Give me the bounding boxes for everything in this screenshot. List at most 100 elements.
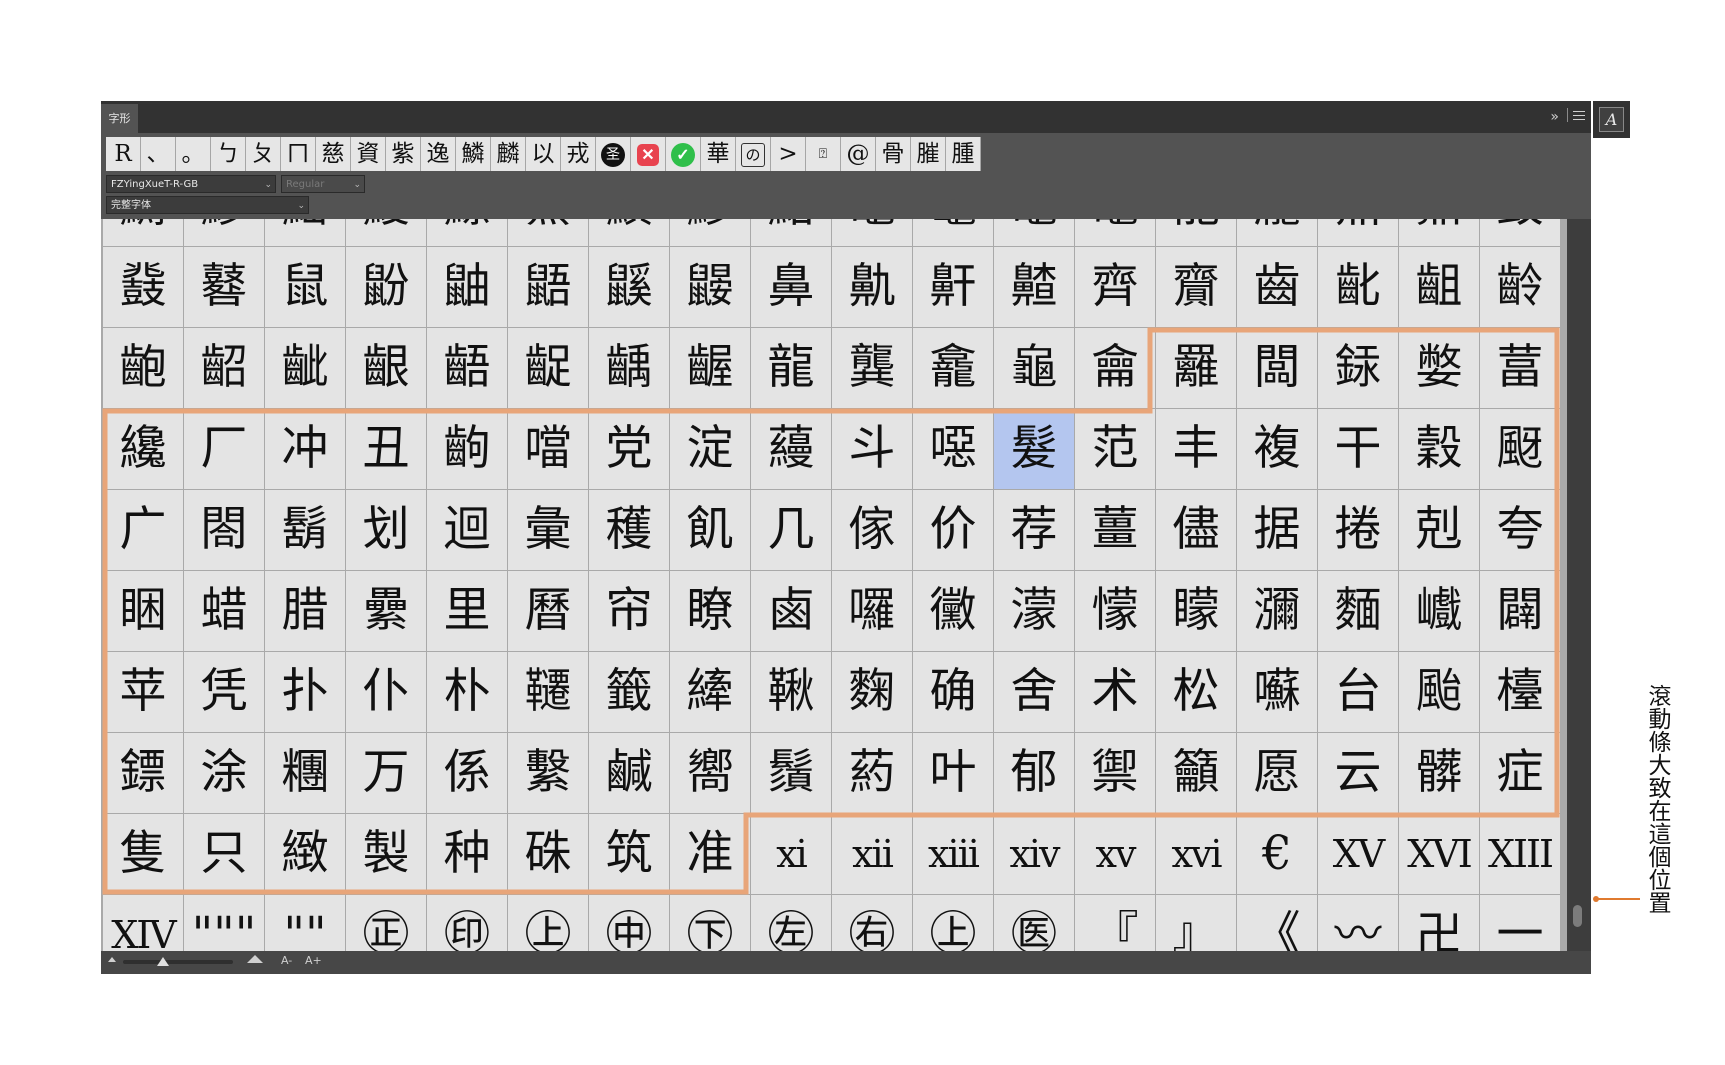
- recent-glyph[interactable]: ✕: [631, 137, 666, 171]
- glyph-cell[interactable]: 懞: [1075, 571, 1155, 651]
- glyph-cell[interactable]: 齒: [1237, 247, 1317, 327]
- glyph-cell[interactable]: 筑: [589, 814, 669, 894]
- recent-glyph[interactable]: 骨: [876, 137, 911, 171]
- glyph-cell[interactable]: 縴: [670, 652, 750, 732]
- glyph-cell[interactable]: 扑: [265, 652, 345, 732]
- glyph-cell[interactable]: 齪: [508, 328, 588, 408]
- glyph-cell[interactable]: 鹵: [751, 571, 831, 651]
- glyph-cell[interactable]: 齄: [994, 247, 1074, 327]
- glyph-cell[interactable]: 鼊: [913, 219, 993, 246]
- glyph-cell[interactable]: 黴: [913, 571, 993, 651]
- glyph-cell[interactable]: 凭: [184, 652, 264, 732]
- glyph-cell[interactable]: 齦: [346, 328, 426, 408]
- glyph-cell[interactable]: xvi: [1156, 814, 1236, 894]
- glyph-cell[interactable]: 鼛: [184, 247, 264, 327]
- glyph-cell[interactable]: 鼾: [913, 247, 993, 327]
- glyph-cell[interactable]: 几: [751, 490, 831, 570]
- glyph-cell[interactable]: 鹹: [589, 733, 669, 813]
- scrollbar-thumb[interactable]: [1573, 905, 1582, 927]
- recent-glyph[interactable]: 戎: [561, 137, 596, 171]
- glyph-cell[interactable]: 囌: [1237, 652, 1317, 732]
- glyph-cell[interactable]: 丰: [1156, 409, 1236, 489]
- glyph-cell[interactable]: 症: [1480, 733, 1560, 813]
- panel-menu-icon[interactable]: [1573, 108, 1585, 122]
- glyph-cell[interactable]: 鏢: [103, 733, 183, 813]
- glyph-cell[interactable]: 舍: [994, 652, 1074, 732]
- glyph-cell[interactable]: "": [265, 895, 345, 951]
- glyph-cell[interactable]: 銾: [1318, 328, 1398, 408]
- recent-glyph[interactable]: 逸: [421, 137, 456, 171]
- glyph-cell[interactable]: 愿: [1237, 733, 1317, 813]
- glyph-cell[interactable]: 厂: [184, 409, 264, 489]
- glyph-cell[interactable]: 淀: [670, 409, 750, 489]
- glyph-cell[interactable]: XIII: [1480, 814, 1560, 894]
- glyph-cell[interactable]: 鼢: [346, 247, 426, 327]
- glyph-cell[interactable]: 龍: [1156, 219, 1236, 246]
- glyph-cell[interactable]: 鰺: [184, 219, 264, 246]
- glyph-cell[interactable]: 齎: [1156, 247, 1236, 327]
- zoom-slider-thumb[interactable]: [157, 957, 169, 966]
- glyph-cell[interactable]: 巇: [1399, 571, 1479, 651]
- glyph-cell[interactable]: 複: [1237, 409, 1317, 489]
- glyph-cell[interactable]: 纔: [103, 409, 183, 489]
- glyph-cell[interactable]: 彙: [508, 490, 588, 570]
- glyph-cell[interactable]: 颱: [1399, 652, 1479, 732]
- glyph-cell[interactable]: 齣: [427, 409, 507, 489]
- glyph-cell[interactable]: 飢: [670, 490, 750, 570]
- recent-glyph[interactable]: 。: [176, 137, 211, 171]
- glyph-cell[interactable]: 鼗: [103, 247, 183, 327]
- glyph-cell[interactable]: 緻: [265, 814, 345, 894]
- glyph-cell[interactable]: xiv: [994, 814, 1074, 894]
- glyph-cell[interactable]: ㊥: [589, 895, 669, 951]
- glyph-cell[interactable]: 帘: [589, 571, 669, 651]
- glyph-cell[interactable]: ㊤: [508, 895, 588, 951]
- glyph-cell[interactable]: XVI: [1399, 814, 1479, 894]
- glyph-cell[interactable]: 繫: [508, 733, 588, 813]
- glyph-cell[interactable]: 捲: [1318, 490, 1398, 570]
- recent-glyph[interactable]: 麟: [491, 137, 526, 171]
- glyph-cell[interactable]: 齠: [184, 328, 264, 408]
- zoom-in-mountain-icon[interactable]: [247, 955, 263, 963]
- glyph-cell[interactable]: 鰂: [103, 219, 183, 246]
- glyph-cell[interactable]: ㊧: [751, 895, 831, 951]
- glyph-cell[interactable]: 确: [913, 652, 993, 732]
- glyph-cell[interactable]: 斗: [832, 409, 912, 489]
- glyph-cell[interactable]: 齔: [1318, 247, 1398, 327]
- glyph-cell[interactable]: xi: [751, 814, 831, 894]
- glyph-cell[interactable]: 齬: [427, 328, 507, 408]
- glyph-cell[interactable]: 齟: [1399, 247, 1479, 327]
- glyph-cell[interactable]: 只: [184, 814, 264, 894]
- recent-glyph[interactable]: 華: [701, 137, 736, 171]
- glyph-cell[interactable]: 『: [1075, 895, 1155, 951]
- recent-glyph[interactable]: 圣: [596, 137, 631, 171]
- collapse-panel-icon[interactable]: »: [1550, 108, 1559, 126]
- glyph-cell[interactable]: ㊨: [832, 895, 912, 951]
- glyph-cell[interactable]: 閤: [184, 490, 264, 570]
- glyph-cell[interactable]: 瞭: [670, 571, 750, 651]
- glyph-cell[interactable]: 鼈: [832, 219, 912, 246]
- recent-glyph[interactable]: の: [736, 137, 771, 171]
- glyph-cell[interactable]: €: [1237, 814, 1317, 894]
- glyph-cell[interactable]: 荐: [994, 490, 1074, 570]
- glyph-cell[interactable]: 檯: [1480, 652, 1560, 732]
- glyph-cell[interactable]: 鼇: [1075, 219, 1155, 246]
- glyph-cell[interactable]: 濛: [994, 571, 1074, 651]
- glyph-cell[interactable]: 薑: [1075, 490, 1155, 570]
- recent-glyph[interactable]: ⍰: [806, 137, 841, 171]
- glyph-cell[interactable]: 龜: [994, 328, 1074, 408]
- glyph-cell[interactable]: 鼈: [994, 219, 1074, 246]
- glyph-cell[interactable]: 噹: [508, 409, 588, 489]
- decrease-size-icon[interactable]: A-: [281, 954, 292, 967]
- glyph-cell[interactable]: 齡: [1480, 247, 1560, 327]
- glyph-cell[interactable]: 噁: [913, 409, 993, 489]
- glyph-cell[interactable]: 苹: [103, 652, 183, 732]
- glyph-cell[interactable]: 齙: [103, 328, 183, 408]
- glyph-cell[interactable]: 种: [427, 814, 507, 894]
- glyph-cell[interactable]: 郁: [994, 733, 1074, 813]
- glyph-cell[interactable]: 涂: [184, 733, 264, 813]
- glyph-cell[interactable]: 鰻: [346, 219, 426, 246]
- glyph-cell[interactable]: 术: [1075, 652, 1155, 732]
- recent-glyph[interactable]: @: [841, 137, 876, 171]
- glyph-cell[interactable]: 冲: [265, 409, 345, 489]
- glyph-cell[interactable]: 准: [670, 814, 750, 894]
